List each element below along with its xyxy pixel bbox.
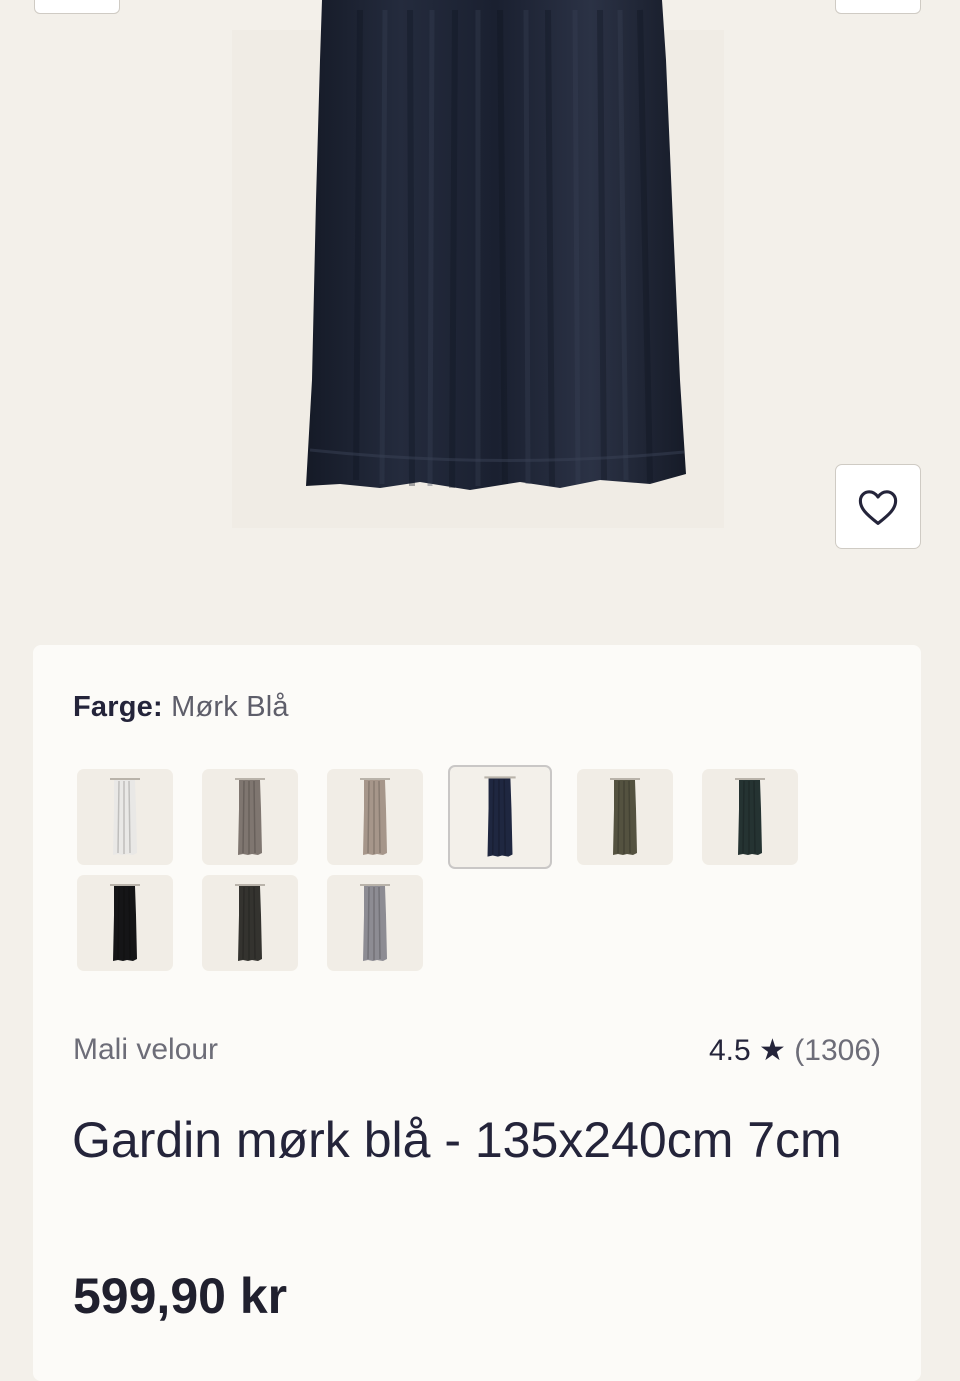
product-image-area <box>0 0 960 640</box>
next-image-button[interactable] <box>835 0 921 14</box>
color-swatch-mørk-grønn[interactable] <box>702 769 798 865</box>
color-label: Farge: <box>73 691 163 723</box>
curtain-thumbnail-icon <box>235 778 265 855</box>
color-swatch-lys-grå[interactable] <box>327 875 423 971</box>
color-swatch-mørk-blå[interactable] <box>448 765 552 869</box>
selected-color-value: Mørk Blå <box>171 691 289 723</box>
curtain-thumbnail-icon <box>110 778 140 855</box>
curtain-thumbnail-icon <box>735 778 765 855</box>
color-swatch-hvit[interactable] <box>77 769 173 865</box>
previous-image-button[interactable] <box>34 0 120 14</box>
color-swatch-beige[interactable] <box>327 769 423 865</box>
product-brand[interactable]: Mali velour <box>73 1033 218 1067</box>
color-swatch-antrasitt[interactable] <box>202 875 298 971</box>
add-to-favorites-button[interactable] <box>835 464 921 549</box>
product-image[interactable] <box>0 0 960 640</box>
curtain-thumbnail-icon <box>484 776 516 857</box>
review-count: (1306) <box>794 1034 881 1067</box>
color-swatch-svart[interactable] <box>77 875 173 971</box>
product-price: 599,90 kr <box>73 1268 288 1324</box>
color-selection-label: Farge: Mørk Blå <box>73 691 289 724</box>
product-rating[interactable]: 4.5 ★ (1306) <box>709 1033 881 1068</box>
color-swatch-olivengrønn[interactable] <box>577 769 673 865</box>
product-title: Gardin mørk blå - 135x240cm 7cm <box>72 1112 842 1168</box>
curtain-thumbnail-icon <box>110 884 140 961</box>
curtain-thumbnail-icon <box>360 778 390 855</box>
product-info-card: Farge: Mørk Blå Mali velour 4.5 ★ (1306)… <box>33 645 921 1381</box>
heart-icon <box>858 489 898 525</box>
curtain-thumbnail-icon <box>235 884 265 961</box>
rating-value: 4.5 <box>708 1034 751 1067</box>
color-swatch-grå-brun[interactable] <box>202 769 298 865</box>
curtain-thumbnail-icon <box>610 778 640 855</box>
curtain-thumbnail-icon <box>360 884 390 961</box>
star-icon: ★ <box>759 1034 786 1067</box>
